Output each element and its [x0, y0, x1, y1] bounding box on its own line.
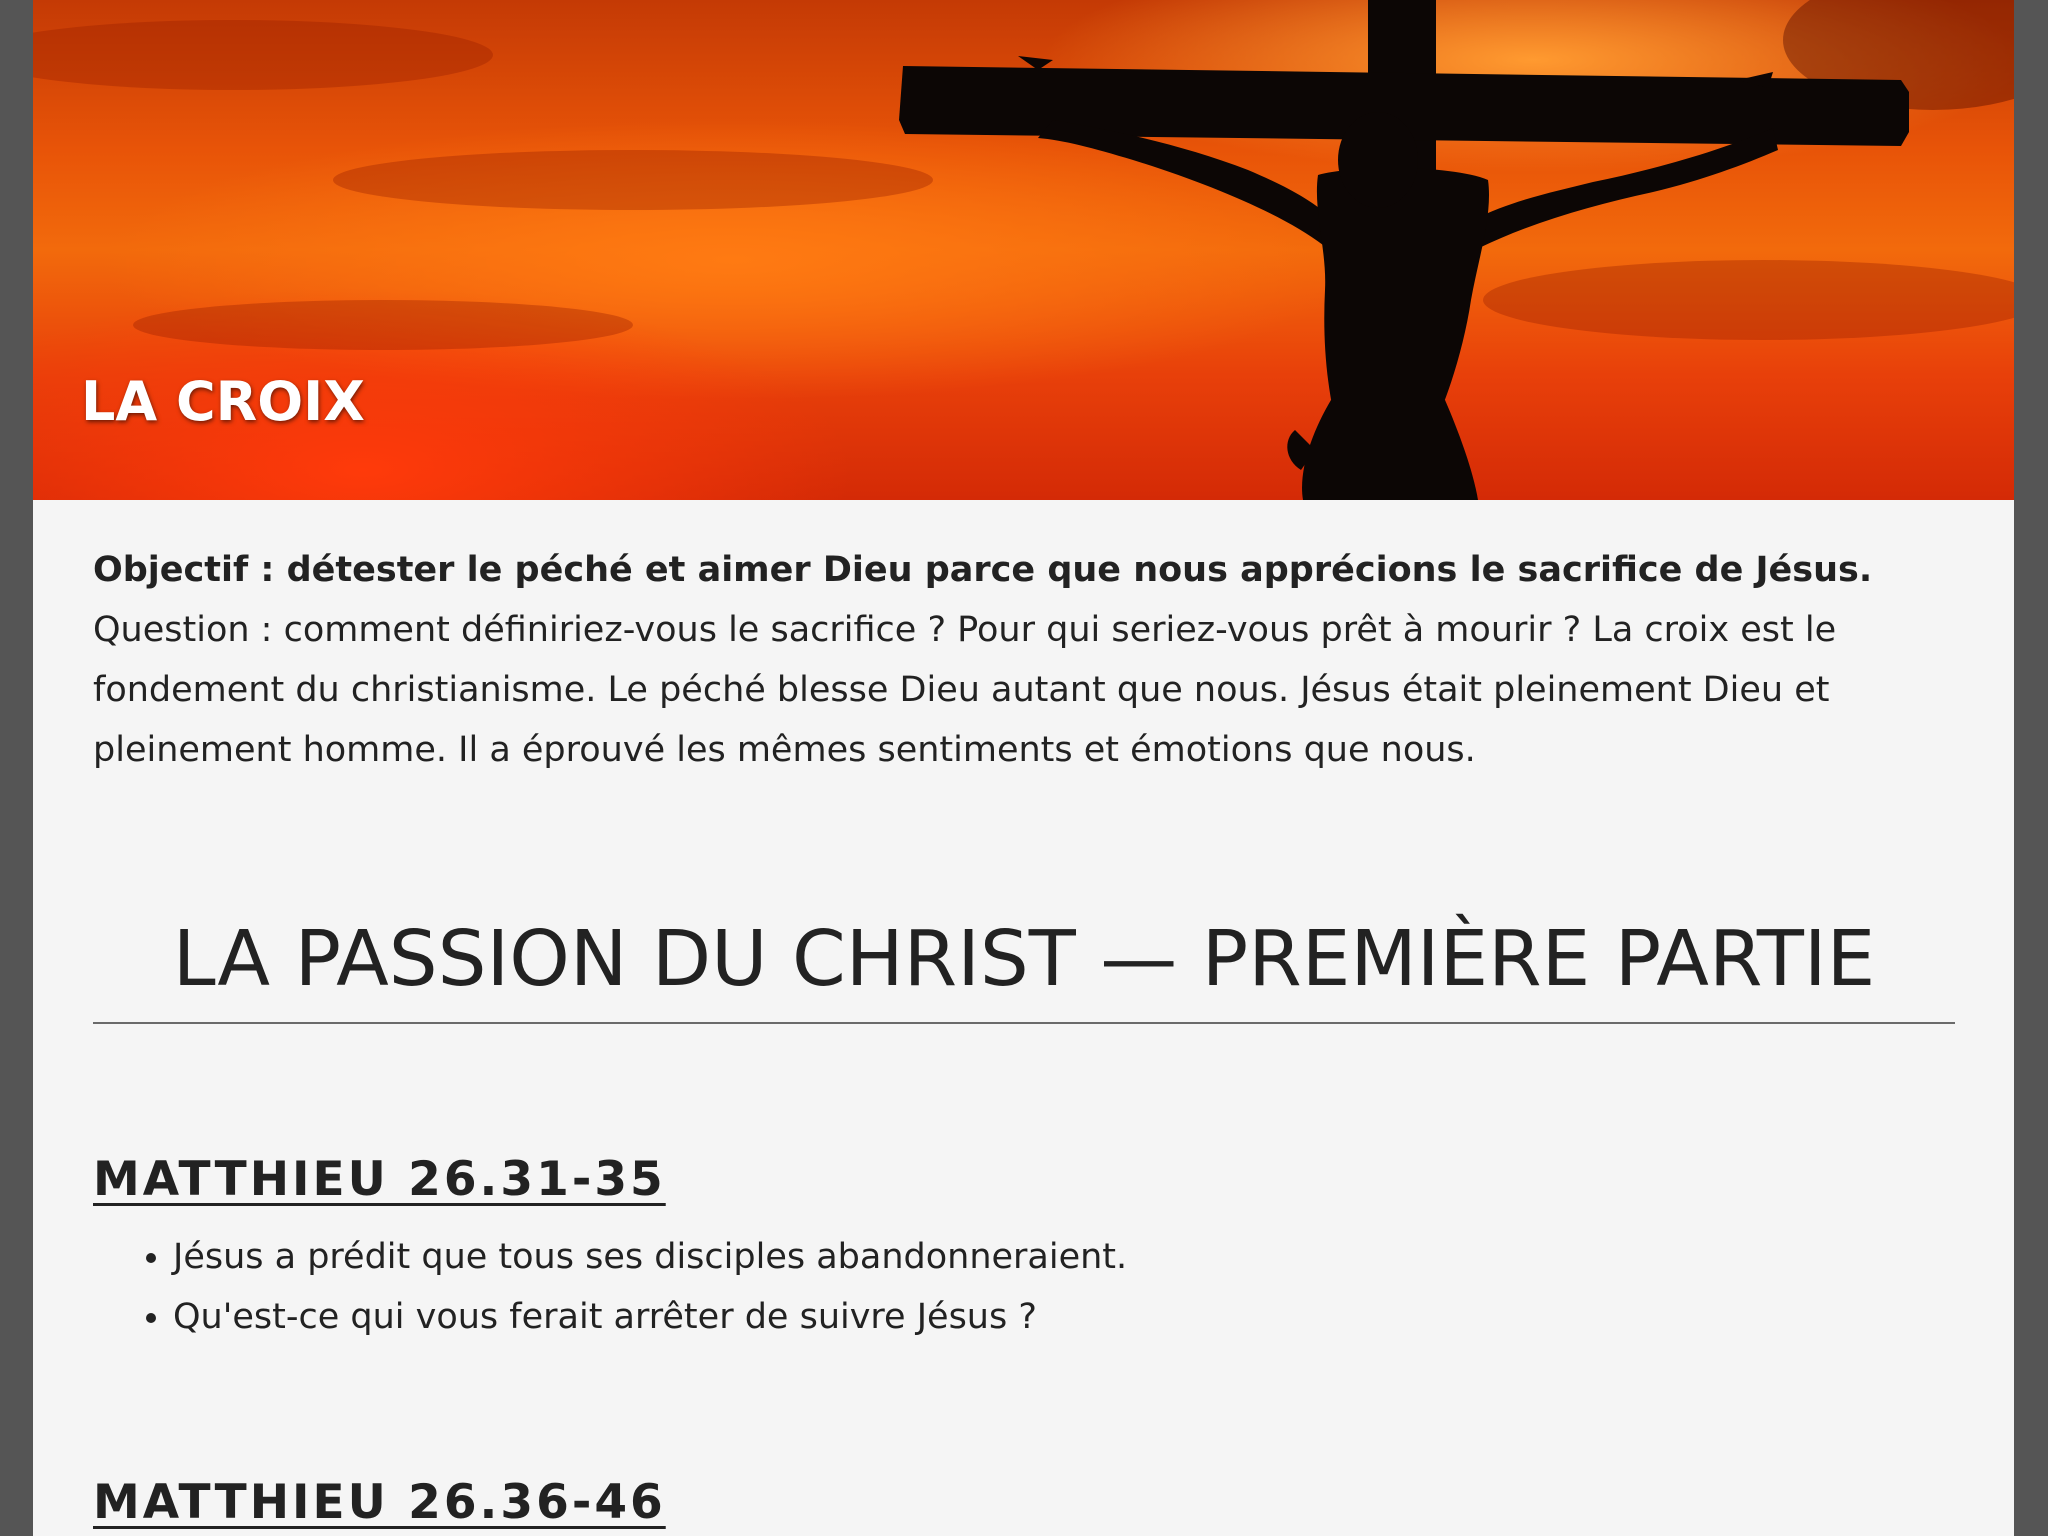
list-item: Qu'est-ce qui vous ferait arrêter de sui… — [173, 1287, 1127, 1347]
hero-title: LA CROIX — [81, 370, 365, 433]
list-item: Jésus a prédit que tous ses disciples ab… — [173, 1227, 1127, 1287]
passage-title: MATTHIEU 26.36-46 — [93, 1475, 666, 1530]
hero-banner: LA CROIX — [33, 0, 2014, 500]
section-divider — [93, 1022, 1955, 1024]
main-content: Objectif : détester le péché et aimer Di… — [93, 540, 1955, 1530]
intro-paragraph: Objectif : détester le péché et aimer Di… — [93, 540, 1955, 780]
passage-title: MATTHIEU 26.31-35 — [93, 1152, 666, 1207]
intro-text: Question : comment définiriez-vous le sa… — [93, 610, 1837, 770]
section-title: LA PASSION DU CHRIST — PREMIÈRE PARTIE — [172, 915, 1876, 1004]
page: LA CROIX Objectif : détester le péché et… — [33, 0, 2014, 1536]
passage-bullet-list: Jésus a prédit que tous ses disciples ab… — [93, 1227, 1127, 1347]
objective-text: Objectif : détester le péché et aimer Di… — [93, 550, 1873, 590]
